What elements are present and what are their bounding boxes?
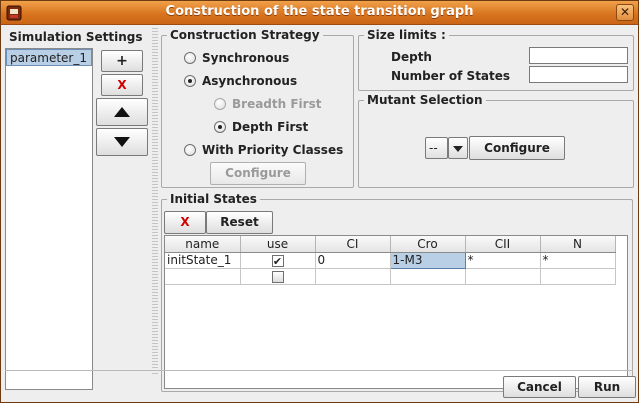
cell-cro[interactable]	[390, 268, 466, 285]
column-header-use[interactable]: use	[240, 236, 316, 253]
reset-button[interactable]: Reset	[206, 211, 273, 234]
radio-synchronous[interactable]: Synchronous	[184, 51, 289, 65]
add-setting-button[interactable]: +	[101, 50, 143, 72]
cell-cro[interactable]: 1-M3	[389, 251, 466, 269]
dialog-content: Simulation Settings parameter_1 + X Cons…	[1, 26, 638, 402]
remove-setting-button[interactable]: X	[101, 74, 143, 96]
column-header-cii[interactable]: CII	[465, 236, 541, 253]
radio-priority-classes[interactable]: With Priority Classes	[184, 143, 343, 157]
column-header-ci[interactable]: CI	[315, 236, 391, 253]
cell-n[interactable]: *	[540, 252, 616, 269]
radio-asynchronous[interactable]: Asynchronous	[184, 74, 297, 88]
move-down-button[interactable]	[96, 128, 148, 156]
settings-list-item[interactable]: parameter_1	[6, 49, 92, 66]
cell-ci[interactable]: 0	[315, 252, 391, 269]
cell-name[interactable]: initState_1	[165, 252, 241, 269]
column-header-name[interactable]: name	[165, 236, 241, 253]
cell-name[interactable]	[165, 268, 241, 285]
chevron-down-icon	[453, 146, 463, 152]
cell-n[interactable]	[540, 268, 616, 285]
construction-strategy-title: Construction Strategy	[167, 28, 323, 42]
arrow-up-icon	[114, 107, 130, 117]
dialog-window: Construction of the state transition gra…	[0, 0, 639, 403]
mutant-configure-button[interactable]: Configure	[469, 136, 565, 160]
radio-depth-first-label: Depth First	[232, 120, 309, 134]
radio-synchronous-label: Synchronous	[202, 51, 290, 65]
run-button[interactable]: Run	[578, 376, 636, 398]
radio-icon[interactable]	[184, 75, 196, 87]
split-pane-divider[interactable]	[152, 26, 158, 376]
radio-icon[interactable]	[184, 144, 196, 156]
number-of-states-label: Number of States	[391, 69, 511, 83]
cell-use[interactable]: ✔	[240, 252, 316, 269]
cell-cii[interactable]	[465, 268, 541, 285]
states-table: name use CI Cro CII N initState_1 ✔ 0 1-…	[165, 236, 616, 285]
size-limits-title: Size limits :	[364, 28, 449, 42]
simulation-settings-title: Simulation Settings	[9, 30, 143, 44]
table-row[interactable]	[165, 268, 616, 285]
window-title: Construction of the state transition gra…	[165, 4, 474, 19]
cancel-button[interactable]: Cancel	[503, 376, 576, 398]
column-header-cro[interactable]: Cro	[390, 236, 466, 253]
settings-list[interactable]: parameter_1	[5, 48, 93, 390]
close-icon[interactable]: ✕	[616, 4, 634, 21]
delete-state-button[interactable]: X	[164, 211, 206, 234]
radio-breadth-first[interactable]: Breadth First	[214, 97, 321, 111]
radio-icon[interactable]	[214, 98, 226, 110]
column-header-n[interactable]: N	[540, 236, 616, 253]
radio-icon[interactable]	[214, 121, 226, 133]
arrow-down-icon	[114, 137, 130, 147]
depth-input[interactable]	[529, 47, 628, 64]
strategy-configure-button[interactable]: Configure	[210, 162, 306, 185]
initial-states-table[interactable]: name use CI Cro CII N initState_1 ✔ 0 1-…	[164, 235, 628, 389]
title-bar[interactable]: Construction of the state transition gra…	[1, 1, 638, 25]
use-checkbox-checked[interactable]: ✔	[271, 254, 284, 267]
initial-states-title: Initial States	[167, 192, 260, 206]
cell-cii[interactable]: *	[465, 252, 541, 269]
mutant-selection-title: Mutant Selection	[364, 93, 486, 107]
use-checkbox[interactable]	[271, 270, 284, 283]
radio-icon[interactable]	[184, 52, 196, 64]
depth-label: Depth	[391, 50, 432, 64]
table-header-row: name use CI Cro CII N	[165, 236, 616, 253]
radio-priority-label: With Priority Classes	[202, 143, 344, 157]
footer-separator	[5, 370, 633, 371]
radio-breadth-first-label: Breadth First	[232, 97, 322, 111]
mutant-select-dropdown[interactable]	[448, 137, 468, 159]
radio-depth-first[interactable]: Depth First	[214, 120, 308, 134]
number-of-states-input[interactable]	[529, 66, 628, 83]
move-up-button[interactable]	[96, 98, 148, 126]
cell-ci[interactable]	[315, 268, 391, 285]
cell-use[interactable]	[240, 268, 316, 285]
mutant-select[interactable]: --	[425, 137, 448, 159]
table-row[interactable]: initState_1 ✔ 0 1-M3 * *	[165, 251, 616, 269]
radio-asynchronous-label: Asynchronous	[202, 74, 298, 88]
